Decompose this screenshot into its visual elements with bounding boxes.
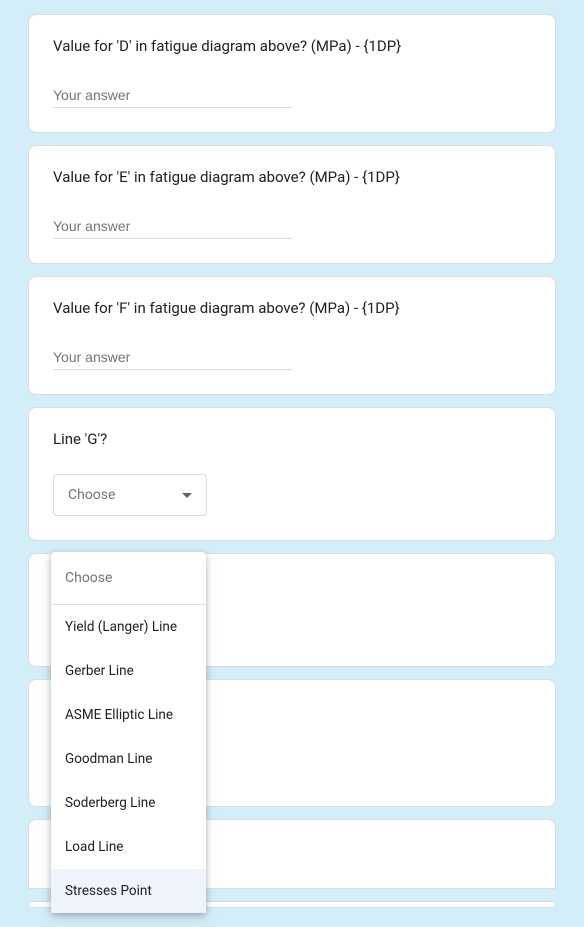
dropdown-option-yield-langer-line[interactable]: Yield (Langer) Line <box>51 605 206 649</box>
dropdown-option-soderberg-line[interactable]: Soderberg Line <box>51 781 206 825</box>
question-title: Value for 'E' in fatigue diagram above? … <box>53 168 531 186</box>
dropdown-label: Choose <box>68 487 115 503</box>
dropdown-option-asme-elliptic-line[interactable]: ASME Elliptic Line <box>51 693 206 737</box>
dropdown-menu-h: Choose Yield (Langer) Line Gerber Line A… <box>51 552 206 913</box>
dropdown-choose-header[interactable]: Choose <box>51 552 206 605</box>
dropdown-option-stresses-point[interactable]: Stresses Point <box>51 869 206 913</box>
question-card-d: Value for 'D' in fatigue diagram above? … <box>28 14 556 133</box>
answer-input-d[interactable] <box>53 83 292 108</box>
answer-input-e[interactable] <box>53 214 292 239</box>
question-card-g: Line 'G'? Choose <box>28 407 556 541</box>
dropdown-option-gerber-line[interactable]: Gerber Line <box>51 649 206 693</box>
chevron-down-icon <box>182 493 192 498</box>
answer-input-f[interactable] <box>53 345 292 370</box>
dropdown-button-g[interactable]: Choose <box>53 474 207 516</box>
question-title: Value for 'F' in fatigue diagram above? … <box>53 299 531 317</box>
question-title: Line 'G'? <box>53 430 531 448</box>
dropdown-option-load-line[interactable]: Load Line <box>51 825 206 869</box>
question-card-e: Value for 'E' in fatigue diagram above? … <box>28 145 556 264</box>
question-card-f: Value for 'F' in fatigue diagram above? … <box>28 276 556 395</box>
question-title: Value for 'D' in fatigue diagram above? … <box>53 37 531 55</box>
dropdown-option-goodman-line[interactable]: Goodman Line <box>51 737 206 781</box>
